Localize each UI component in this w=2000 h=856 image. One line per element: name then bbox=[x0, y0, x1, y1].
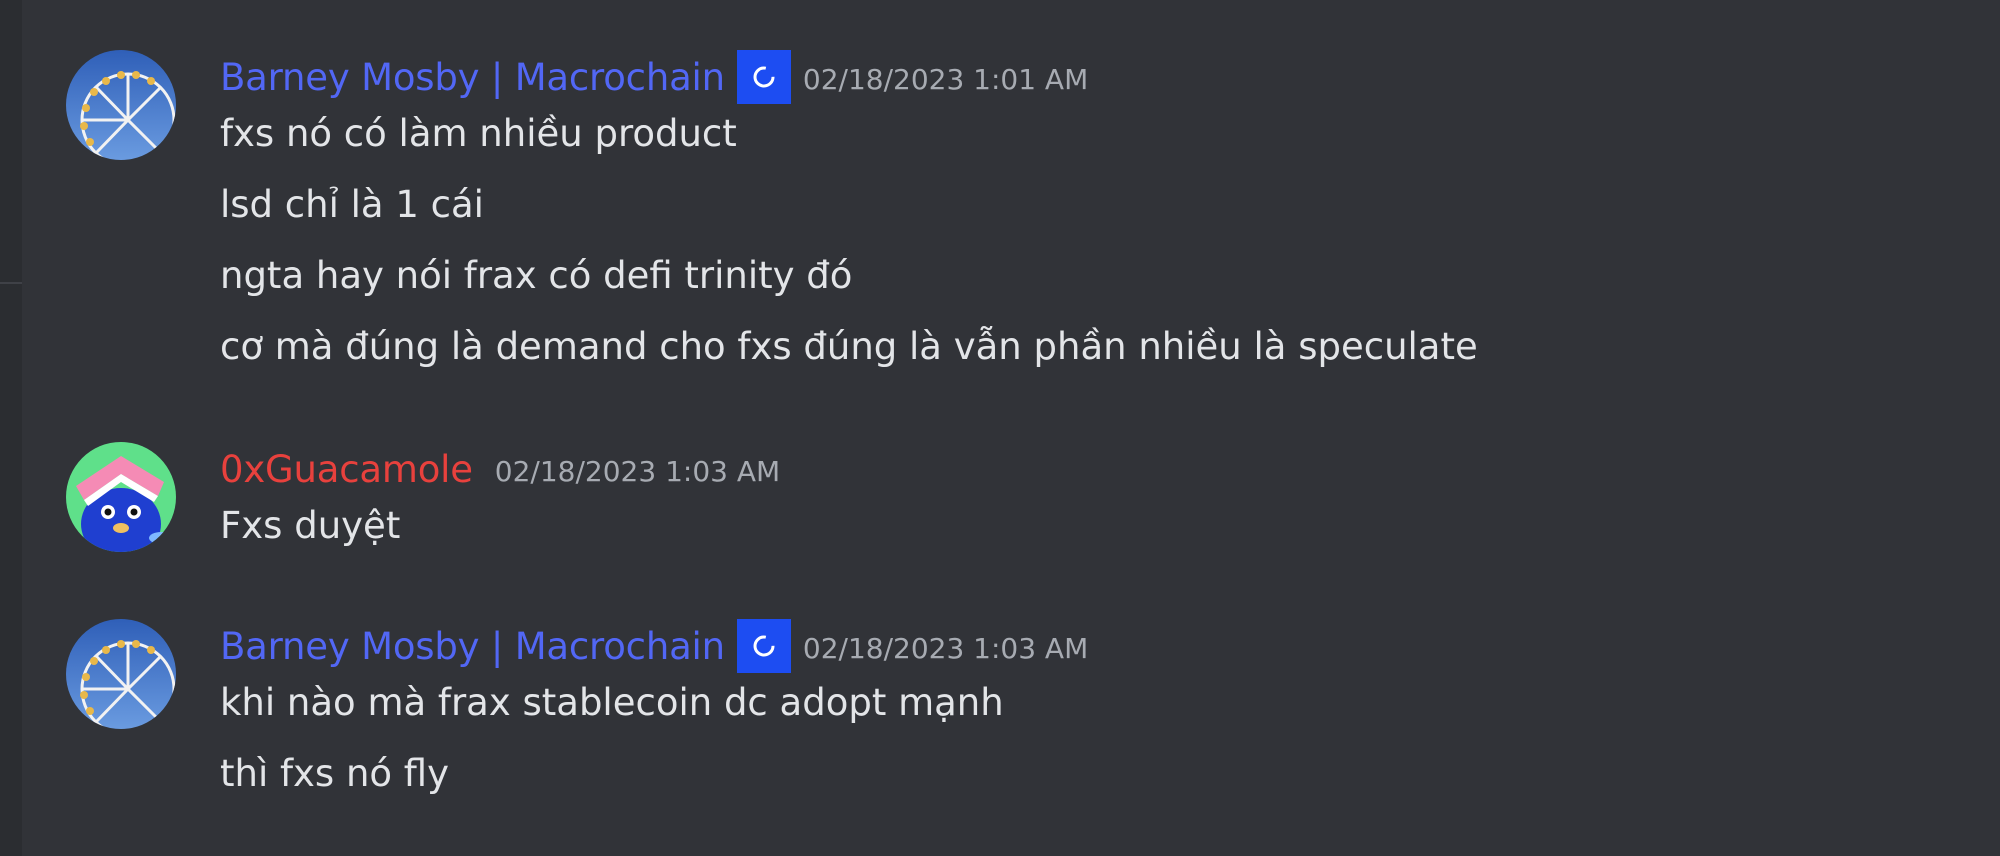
timestamp[interactable]: 02/18/2023 1:03 AM bbox=[803, 628, 1088, 665]
message-header: 0xGuacamole 02/18/2023 1:03 AM bbox=[220, 442, 780, 496]
message-header: Barney Mosby | Macrochain 02/18/2023 1:0… bbox=[220, 619, 1088, 673]
loading-ring-icon bbox=[736, 619, 791, 673]
left-panel-divider bbox=[0, 282, 22, 284]
loading-ring-icon bbox=[736, 50, 791, 104]
timestamp[interactable]: 02/18/2023 1:01 AM bbox=[803, 59, 1088, 96]
left-panel-edge bbox=[0, 0, 22, 856]
message-line: cơ mà đúng là demand cho fxs đúng là vẫn… bbox=[220, 325, 1478, 368]
username[interactable]: Barney Mosby | Macrochain bbox=[220, 625, 725, 668]
timestamp[interactable]: 02/18/2023 1:03 AM bbox=[495, 451, 780, 488]
message-line: khi nào mà frax stablecoin dc adopt mạnh bbox=[220, 681, 1004, 724]
username[interactable]: 0xGuacamole bbox=[220, 448, 473, 491]
blue-creature-avatar[interactable] bbox=[66, 442, 176, 552]
message-line: ngta hay nói frax có defi trinity đó bbox=[220, 254, 853, 297]
ferris-wheel-avatar[interactable] bbox=[66, 50, 176, 160]
message-header: Barney Mosby | Macrochain 02/18/2023 1:0… bbox=[220, 50, 1088, 104]
message-line: thì fxs nó fly bbox=[220, 752, 450, 795]
message-line: lsd chỉ là 1 cái bbox=[220, 183, 484, 226]
username[interactable]: Barney Mosby | Macrochain bbox=[220, 56, 725, 99]
message-line: Fxs duyệt bbox=[220, 504, 401, 547]
message-line: fxs nó có làm nhiều product bbox=[220, 112, 737, 155]
ferris-wheel-avatar[interactable] bbox=[66, 619, 176, 729]
chat-message-list: Barney Mosby | Macrochain 02/18/2023 1:0… bbox=[0, 0, 2000, 856]
